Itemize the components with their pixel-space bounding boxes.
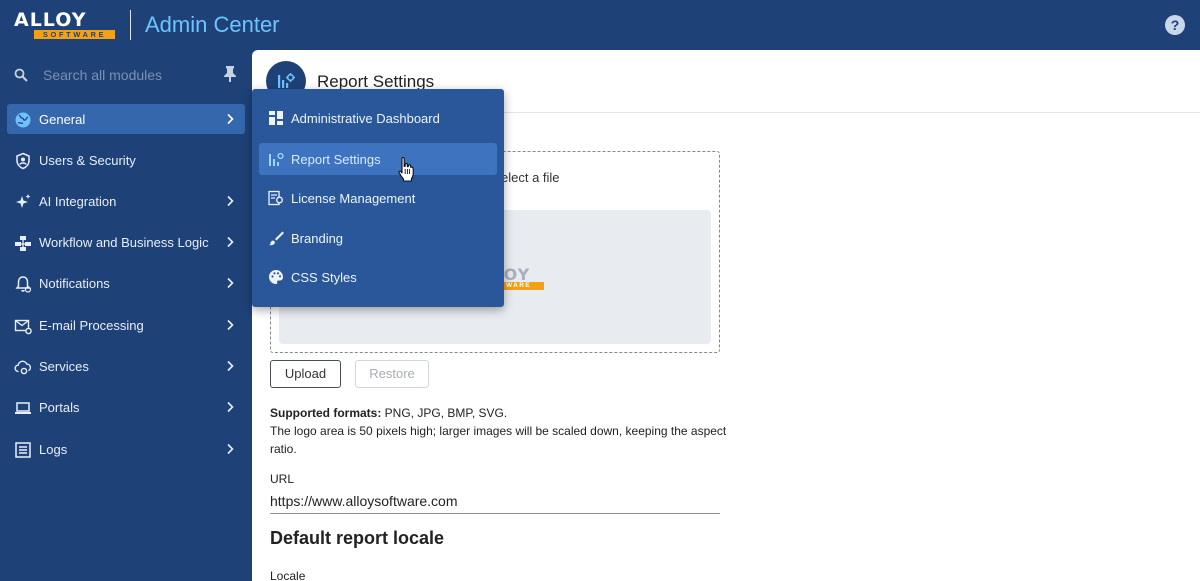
report-settings-icon — [269, 152, 284, 166]
menu-item-label: CSS Styles — [291, 270, 357, 285]
module-search — [0, 62, 252, 88]
sparkles-icon — [16, 194, 31, 208]
cloud-gear-icon — [14, 360, 32, 375]
sidebar: General Users & Security AI Integration … — [0, 50, 252, 581]
alloy-logo[interactable]: ALLOY SOFTWARE — [14, 10, 116, 40]
chevron-right-icon — [227, 443, 234, 455]
sidebar-item-label: Notifications — [39, 276, 110, 291]
logo-note: The logo area is 50 pixels high; larger … — [270, 424, 727, 456]
chevron-right-icon — [227, 236, 234, 248]
menu-item-license-management[interactable]: License Management — [259, 182, 497, 214]
sidebar-item-label: General — [39, 112, 86, 127]
logo-tagline: SOFTWARE — [34, 30, 115, 39]
sidebar-item-label: Logs — [39, 442, 68, 457]
sidebar-item-ai-integration[interactable]: AI Integration — [7, 186, 245, 216]
search-input[interactable] — [43, 65, 213, 85]
menu-item-label: Report Settings — [291, 152, 381, 167]
mail-gear-icon — [14, 319, 32, 335]
sidebar-item-services[interactable]: Services — [7, 351, 245, 381]
url-label: URL — [270, 472, 295, 486]
shield-user-icon — [16, 152, 30, 170]
laptop-icon — [15, 402, 31, 414]
palette-icon — [269, 270, 283, 284]
upload-button[interactable]: Upload — [270, 360, 341, 388]
log-list-icon — [15, 442, 31, 458]
bell-icon — [15, 276, 32, 293]
search-icon — [14, 68, 28, 82]
sidebar-item-label: AI Integration — [39, 194, 117, 209]
report-settings-icon — [278, 73, 295, 88]
sidebar-item-label: E-mail Processing — [39, 318, 144, 333]
sidebar-item-email-processing[interactable]: E-mail Processing — [7, 310, 245, 340]
locale-label: Locale — [270, 569, 306, 581]
formats-label: Supported formats: — [270, 406, 382, 420]
general-flyout-menu: Administrative Dashboard Report Settings… — [252, 89, 504, 307]
chevron-right-icon — [227, 360, 234, 372]
url-field[interactable] — [270, 488, 720, 514]
sidebar-item-general[interactable]: General — [7, 104, 245, 134]
dropzone-text: elect a file — [501, 170, 560, 185]
top-bar: ALLOY SOFTWARE Admin Center ? — [0, 0, 1200, 50]
dashboard-icon — [269, 111, 283, 125]
chevron-right-icon — [227, 401, 234, 413]
sidebar-item-users-security[interactable]: Users & Security — [7, 145, 245, 175]
hand-cursor-icon — [398, 157, 414, 182]
sidebar-item-notifications[interactable]: Notifications — [7, 268, 245, 298]
formats-info: Supported formats: PNG, JPG, BMP, SVG. T… — [270, 404, 730, 458]
pin-icon[interactable] — [222, 65, 238, 83]
menu-item-report-settings[interactable]: Report Settings — [259, 143, 497, 175]
license-icon — [268, 190, 283, 206]
sidebar-item-workflow[interactable]: Workflow and Business Logic — [7, 227, 245, 257]
globe-icon — [15, 112, 31, 128]
brush-icon — [269, 231, 284, 246]
app-title: Admin Center — [145, 12, 280, 37]
sidebar-item-label: Workflow and Business Logic — [39, 235, 209, 250]
sidebar-item-portals[interactable]: Portals — [7, 392, 245, 422]
sidebar-item-label: Portals — [39, 400, 80, 415]
chevron-right-icon — [227, 195, 234, 207]
workflow-icon — [15, 236, 31, 251]
restore-button[interactable]: Restore — [355, 360, 429, 388]
chevron-right-icon — [227, 319, 234, 331]
menu-item-label: Branding — [291, 231, 344, 246]
chevron-right-icon — [227, 277, 234, 289]
logo-wordmark: ALLOY — [14, 9, 87, 31]
sidebar-item-label: Users & Security — [39, 153, 136, 168]
menu-item-css-styles[interactable]: CSS Styles — [259, 261, 497, 293]
sidebar-item-label: Services — [39, 359, 89, 374]
formats-value: PNG, JPG, BMP, SVG. — [381, 406, 508, 420]
brand-divider — [130, 10, 131, 40]
help-button[interactable]: ? — [1165, 15, 1185, 35]
menu-item-label: Administrative Dashboard — [291, 111, 440, 126]
sidebar-item-logs[interactable]: Logs — [7, 434, 245, 464]
section-title: Default report locale — [270, 528, 445, 548]
menu-item-label: License Management — [291, 191, 416, 206]
chevron-right-icon — [227, 113, 234, 125]
menu-item-administrative-dashboard[interactable]: Administrative Dashboard — [259, 102, 497, 134]
menu-item-branding[interactable]: Branding — [259, 222, 497, 254]
